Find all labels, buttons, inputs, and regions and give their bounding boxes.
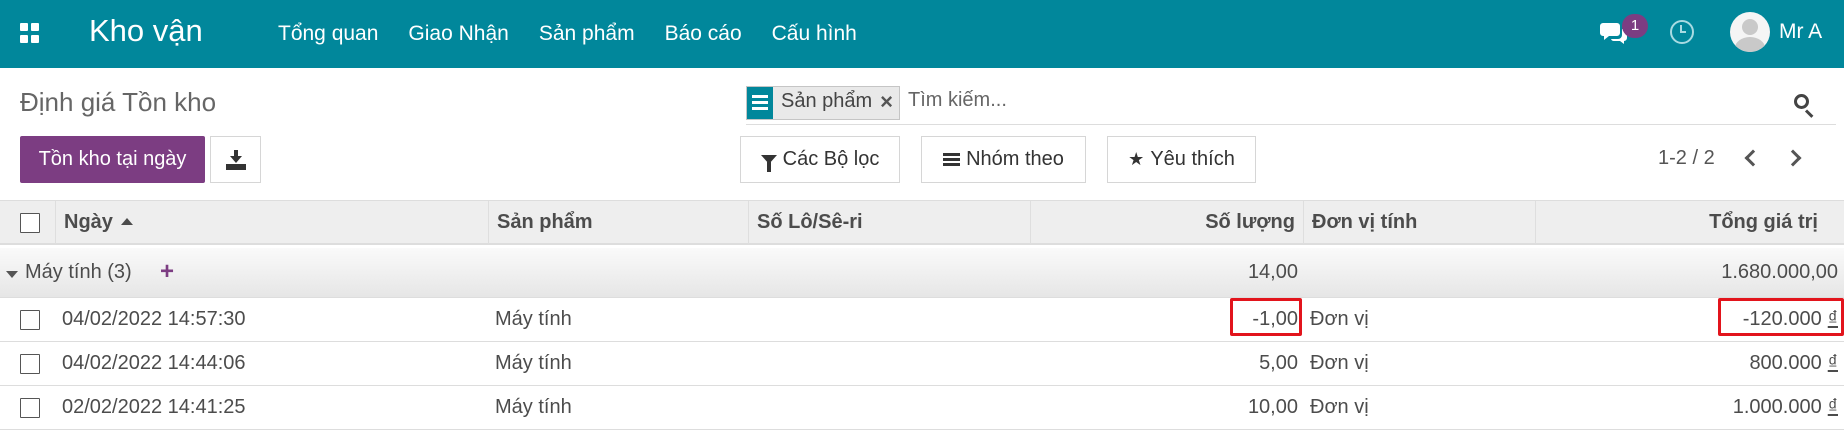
- column-product[interactable]: Sản phẩm: [489, 201, 749, 244]
- row-product: Máy tính: [495, 396, 572, 418]
- pager-value[interactable]: 1-2 / 2: [1658, 147, 1715, 170]
- group-quantity: 14,00: [1247, 261, 1298, 283]
- group-by-button[interactable]: Nhóm theo: [921, 136, 1086, 183]
- message-count-badge: 1: [1622, 14, 1648, 38]
- plus-icon[interactable]: +: [160, 260, 174, 284]
- row-value-amount: 800.000: [1749, 352, 1822, 374]
- facet-label: Sản phẩm: [781, 90, 873, 112]
- main-menu: Tổng quan Giao Nhận Sản phẩm Báo cáo Cấu…: [278, 0, 887, 68]
- pager-next-button[interactable]: [1784, 147, 1806, 171]
- row-uom: Đơn vị: [1310, 352, 1369, 374]
- row-uom: Đơn vị: [1310, 308, 1369, 330]
- row-product: Máy tính: [495, 352, 572, 374]
- row-total-value: 1.000.000 ₫: [1733, 386, 1838, 429]
- column-date[interactable]: Ngày: [56, 201, 489, 244]
- row-quantity: 10,00: [1247, 396, 1298, 418]
- table-row[interactable]: 02/02/2022 14:41:25 Máy tính 10,00 Đơn v…: [0, 386, 1844, 430]
- download-icon: [229, 150, 243, 163]
- row-value-currency: ₫: [1827, 396, 1838, 418]
- row-total-value: 800.000 ₫: [1749, 342, 1838, 385]
- menu-item-products[interactable]: Sản phẩm: [539, 22, 635, 46]
- column-lot-serial[interactable]: Số Lô/Sê-ri: [749, 201, 1031, 244]
- row-checkbox[interactable]: [20, 354, 40, 374]
- favorites-button[interactable]: ★ Yêu thích: [1107, 136, 1256, 183]
- row-product: Máy tính: [495, 308, 572, 330]
- top-navbar: Kho vận Tổng quan Giao Nhận Sản phẩm Báo…: [0, 0, 1844, 68]
- group-by-label: Nhóm theo: [966, 148, 1064, 170]
- quantity-highlight-box: [1230, 298, 1302, 336]
- row-date: 02/02/2022 14:41:25: [62, 396, 246, 418]
- menu-item-reporting[interactable]: Báo cáo: [665, 22, 742, 46]
- row-checkbox[interactable]: [20, 398, 40, 418]
- avatar[interactable]: [1730, 12, 1770, 52]
- menu-item-configuration[interactable]: Cấu hình: [772, 22, 857, 46]
- favorites-label: Yêu thích: [1150, 148, 1235, 170]
- row-value-currency: ₫: [1827, 352, 1838, 374]
- sort-ascending-icon: [120, 218, 133, 225]
- row-value-amount: 1.000.000: [1732, 396, 1822, 418]
- row-quantity: 5,00: [1259, 352, 1298, 374]
- value-highlight-box: [1718, 298, 1844, 336]
- row-checkbox[interactable]: [20, 310, 40, 330]
- pager-previous-button[interactable]: [1742, 147, 1762, 171]
- table-row[interactable]: 04/02/2022 14:57:30 Máy tính -1,00 Đơn v…: [0, 298, 1844, 342]
- column-uom[interactable]: Đơn vị tính: [1304, 201, 1536, 244]
- row-date: 04/02/2022 14:44:06: [62, 352, 246, 374]
- star-icon: ★: [1128, 149, 1145, 169]
- app-title[interactable]: Kho vận: [89, 13, 203, 49]
- filter-icon: [760, 155, 777, 172]
- facet-remove-icon[interactable]: ×: [880, 87, 899, 119]
- search-icon[interactable]: [1792, 92, 1816, 118]
- group-row[interactable]: Máy tính (3) + 14,00 1.680.000,00: [0, 248, 1844, 298]
- search-facet: Sản phẩm ×: [746, 86, 901, 120]
- caret-down-icon: [6, 271, 18, 278]
- user-name[interactable]: Mr A: [1779, 20, 1822, 44]
- inventory-at-date-button[interactable]: Tồn kho tại ngày: [20, 136, 205, 183]
- row-date: 04/02/2022 14:57:30: [62, 308, 246, 330]
- table-row[interactable]: 04/02/2022 14:44:06 Máy tính 5,00 Đơn vị…: [0, 342, 1844, 386]
- chevron-left-icon: [1744, 149, 1762, 167]
- menu-item-overview[interactable]: Tổng quan: [278, 22, 378, 46]
- row-uom: Đơn vị: [1310, 396, 1369, 418]
- column-total-value[interactable]: Tổng giá trị: [1536, 201, 1844, 244]
- header-select-cell: [0, 201, 56, 244]
- filters-label: Các Bộ lọc: [782, 148, 880, 170]
- chevron-right-icon: [1784, 149, 1802, 167]
- search-bar: Sản phẩm ×: [746, 83, 1836, 125]
- filters-button[interactable]: Các Bộ lọc: [740, 136, 900, 183]
- search-input[interactable]: [908, 89, 1608, 112]
- bars-icon: [943, 152, 961, 167]
- select-all-checkbox[interactable]: [20, 213, 40, 233]
- table-header: Ngày Sản phẩm Số Lô/Sê-ri Số lượng Đơn v…: [0, 200, 1844, 245]
- menu-item-transfers[interactable]: Giao Nhận: [408, 22, 508, 46]
- apps-grid-icon[interactable]: [20, 23, 40, 43]
- group-by-icon: [747, 87, 773, 119]
- breadcrumb: Định giá Tồn kho: [20, 87, 217, 117]
- group-total-value: 1.680.000,00: [1721, 261, 1838, 283]
- clock-icon[interactable]: [1670, 20, 1694, 44]
- column-date-label: Ngày: [64, 211, 113, 233]
- download-button[interactable]: [210, 136, 261, 183]
- column-quantity[interactable]: Số lượng: [1031, 201, 1304, 244]
- group-label: Máy tính (3): [25, 261, 132, 283]
